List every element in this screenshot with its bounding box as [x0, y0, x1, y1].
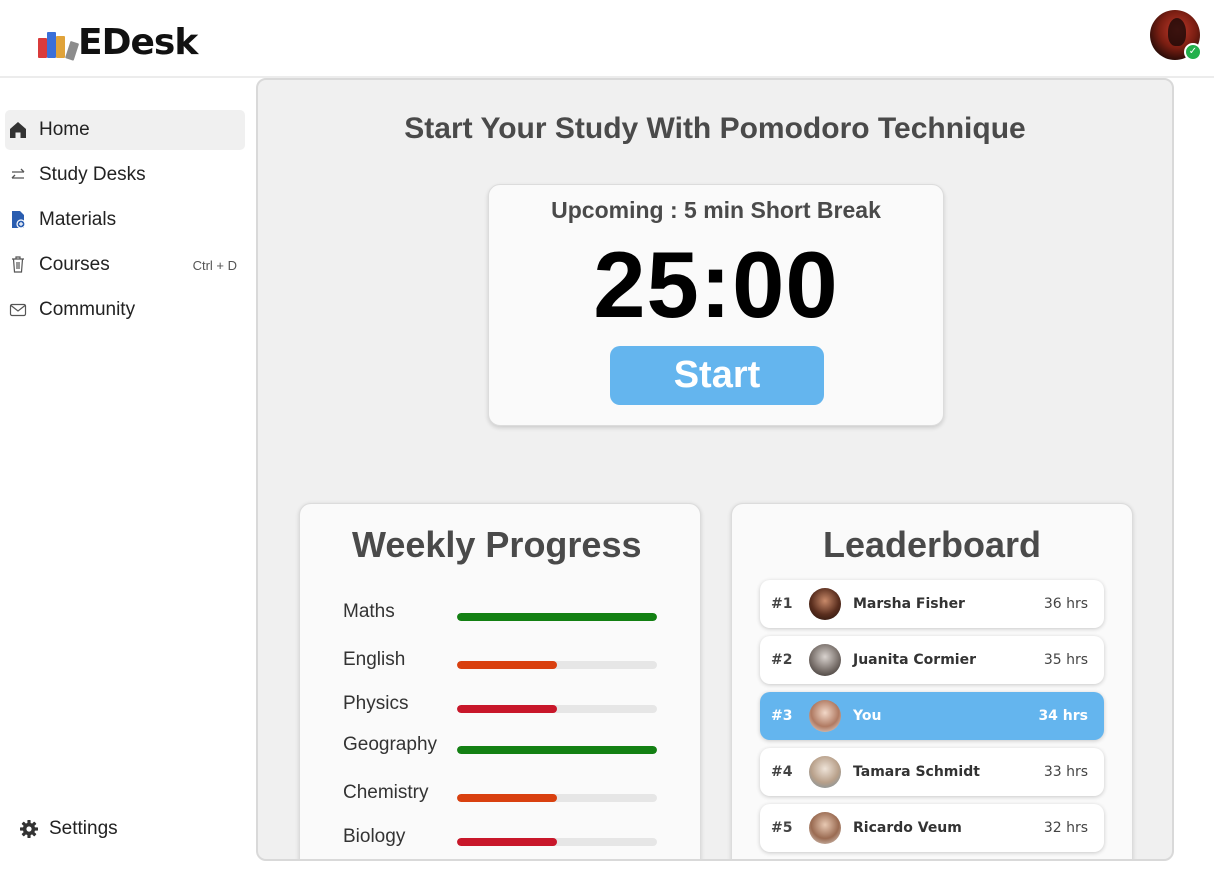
gear-icon	[18, 818, 40, 840]
progress-bar-fill	[457, 794, 557, 802]
app-logo[interactable]: EDesk	[32, 22, 198, 63]
sidebar-item-label: Courses	[39, 254, 110, 275]
leaderboard-hours: 33 hrs	[1043, 764, 1088, 780]
progress-bar-fill	[457, 705, 557, 713]
progress-bar-fill	[457, 838, 557, 846]
main-panel: Start Your Study With Pomodoro Technique…	[256, 78, 1174, 861]
subject-name: Maths	[343, 601, 395, 622]
leaderboard-row[interactable]: #4 Tamara Schmidt 33 hrs	[760, 748, 1104, 796]
leaderboard-row[interactable]: #1 Marsha Fisher 36 hrs	[760, 580, 1104, 628]
sidebar-item-label: Home	[39, 119, 90, 140]
leaderboard-hours: 35 hrs	[1043, 652, 1088, 668]
mail-icon	[7, 299, 29, 321]
leaderboard-row-current-user[interactable]: #3 You 34 hrs	[760, 692, 1104, 740]
subject-name: Physics	[343, 693, 409, 714]
leaderboard-name: Tamara Schmidt	[853, 764, 980, 780]
online-status-icon: ✓	[1184, 43, 1202, 61]
upcoming-break-label: Upcoming : 5 min Short Break	[551, 197, 881, 223]
user-avatar[interactable]: ✓	[1150, 10, 1202, 61]
progress-bar-fill	[457, 613, 657, 621]
subject-progress-row: Biology	[343, 826, 663, 856]
start-button[interactable]: Start	[610, 346, 824, 405]
sidebar-item-label: Materials	[39, 209, 117, 230]
sidebar-item-community[interactable]: Community	[5, 290, 245, 330]
sidebar-item-label: Community	[39, 299, 136, 320]
progress-bar-fill	[457, 746, 657, 754]
sidebar-item-materials[interactable]: Materials	[5, 200, 245, 240]
leaderboard-name: Ricardo Veum	[853, 820, 962, 836]
leaderboard-row[interactable]: #5 Ricardo Veum 32 hrs	[760, 804, 1104, 852]
leaderboard-rank: #5	[771, 820, 793, 836]
top-bar: EDesk ✓	[0, 0, 1214, 78]
weekly-progress-title: Weekly Progress	[352, 524, 642, 565]
leaderboard-title: Leaderboard	[822, 524, 1042, 565]
settings-button[interactable]: Settings	[16, 818, 118, 840]
progress-bar	[457, 838, 657, 846]
home-icon	[7, 119, 29, 141]
page-title: Start Your Study With Pomodoro Technique	[404, 112, 1026, 145]
leaderboard-name: Juanita Cormier	[853, 652, 976, 668]
leaderboard-hours: 32 hrs	[1043, 820, 1088, 836]
sidebar-item-study-desks[interactable]: Study Desks	[5, 155, 245, 195]
avatar	[809, 644, 841, 676]
subject-name: Biology	[343, 826, 406, 847]
subject-progress-row: Geography	[343, 734, 663, 764]
books-logo-icon	[32, 26, 80, 61]
leaderboard-name: Marsha Fisher	[853, 596, 965, 612]
leaderboard-rank: #4	[771, 764, 793, 780]
document-add-icon	[7, 209, 29, 231]
leaderboard-row[interactable]: #2 Juanita Cormier 35 hrs	[760, 636, 1104, 684]
avatar	[809, 588, 841, 620]
sidebar-item-label: Study Desks	[39, 164, 146, 185]
avatar	[809, 812, 841, 844]
progress-bar-fill	[457, 661, 557, 669]
trash-icon	[7, 254, 29, 276]
progress-bar	[457, 794, 657, 802]
sidebar-item-home[interactable]: Home	[5, 110, 245, 150]
sidebar-item-courses[interactable]: Courses Ctrl + D	[5, 245, 245, 285]
leaderboard-hours: 36 hrs	[1043, 596, 1088, 612]
subject-progress-row: Chemistry	[343, 782, 663, 812]
progress-bar	[457, 746, 657, 754]
subject-name: English	[343, 649, 406, 670]
leaderboard-name: You	[853, 708, 882, 724]
subject-name: Chemistry	[343, 782, 429, 803]
leaderboard-rank: #2	[771, 652, 793, 668]
progress-bar	[457, 661, 657, 669]
progress-bar	[457, 613, 657, 621]
subject-progress-row: Maths	[343, 601, 663, 631]
weekly-progress-card: Weekly Progress Maths English Physics Geogr…	[299, 503, 701, 859]
subject-progress-row: English	[343, 649, 663, 679]
avatar	[809, 700, 841, 732]
leaderboard-rank: #3	[771, 708, 793, 724]
avatar	[809, 756, 841, 788]
subject-name: Geography	[343, 734, 438, 755]
leaderboard-hours: 34 hrs	[1038, 708, 1088, 724]
leaderboard-card: Leaderboard #1 Marsha Fisher 36 hrs #2 Juani…	[731, 503, 1133, 859]
swap-arrows-icon	[7, 164, 29, 186]
progress-bar	[457, 705, 657, 713]
subject-progress-row: Physics	[343, 693, 663, 723]
sidebar: Home Study Desks Materials Courses Ctrl …	[0, 80, 250, 873]
app-name: EDesk	[78, 22, 198, 63]
settings-label: Settings	[49, 818, 118, 839]
timer-display: 25:00	[593, 232, 839, 337]
keyboard-shortcut: Ctrl + D	[192, 257, 237, 273]
pomodoro-timer-card: Upcoming : 5 min Short Break 25:00 Start	[488, 184, 944, 426]
leaderboard-rank: #1	[771, 596, 793, 612]
